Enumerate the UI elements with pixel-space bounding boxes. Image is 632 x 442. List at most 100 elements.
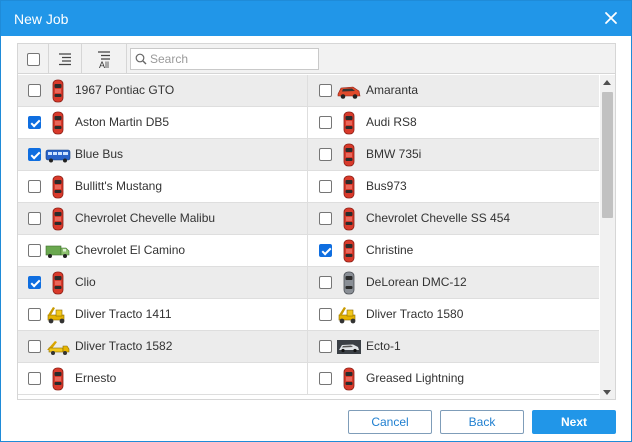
vehicle-checkbox[interactable] (319, 116, 332, 129)
vehicle-checkbox[interactable] (319, 340, 332, 353)
select-all-area (18, 44, 48, 74)
yellow-tractor-icon (336, 303, 362, 327)
vehicle-checkbox[interactable] (319, 372, 332, 385)
show-all-button[interactable]: All (82, 44, 126, 74)
vehicle-name: Greased Lightning (366, 371, 465, 385)
vehicle-item[interactable]: Blue Bus (18, 139, 308, 170)
red-car-icon (336, 111, 362, 135)
vehicle-item[interactable]: Amaranta (309, 75, 599, 106)
vehicle-checkbox[interactable] (28, 148, 41, 161)
red-car-icon (336, 207, 362, 231)
vehicle-checkbox[interactable] (319, 308, 332, 321)
vehicle-checkbox[interactable] (28, 212, 41, 225)
vertical-scrollbar[interactable] (600, 75, 615, 399)
next-button[interactable]: Next (532, 410, 616, 434)
vehicle-name: Christine (366, 243, 414, 257)
green-truck-icon (45, 239, 71, 263)
yellow-truck-icon (45, 335, 71, 359)
vehicle-name: Dliver Tracto 1411 (75, 307, 172, 321)
red-car-icon (336, 175, 362, 199)
vehicle-item[interactable]: Chevrolet Chevelle SS 454 (309, 203, 599, 234)
vehicle-name: Chevrolet Chevelle Malibu (75, 211, 216, 225)
vehicle-checkbox[interactable] (28, 244, 41, 257)
scroll-down-arrow[interactable] (603, 390, 611, 395)
table-row: Ernesto Greased Lightning (18, 363, 599, 395)
blue-bus-icon (45, 143, 71, 167)
vehicle-name: Ecto-1 (366, 339, 401, 353)
list-toolbar: All (18, 44, 615, 74)
table-row: Clio DeLorean DMC-12 (18, 267, 599, 299)
table-row: Blue Bus BMW 735i (18, 139, 599, 171)
search-input[interactable] (150, 51, 315, 67)
red-car-icon (45, 175, 71, 199)
vehicle-item[interactable]: Dliver Tracto 1580 (309, 299, 599, 330)
select-all-checkbox[interactable] (26, 52, 40, 66)
vehicle-item[interactable]: Dliver Tracto 1411 (18, 299, 308, 330)
scroll-thumb[interactable] (602, 92, 613, 218)
vehicle-name: Bullitt's Mustang (75, 179, 162, 193)
vehicle-item[interactable]: Greased Lightning (309, 363, 599, 394)
vehicle-checkbox[interactable] (28, 340, 41, 353)
vehicle-checkbox[interactable] (319, 84, 332, 97)
vehicle-checkbox[interactable] (28, 84, 41, 97)
table-row: 1967 Pontiac GTO Amaranta (18, 75, 599, 107)
vehicle-name: 1967 Pontiac GTO (75, 83, 175, 97)
red-sedan-side-icon (336, 79, 362, 103)
vehicle-item[interactable]: Ecto-1 (309, 331, 599, 362)
vehicle-checkbox[interactable] (28, 372, 41, 385)
dark-car-photo-icon (336, 335, 362, 359)
vehicle-name: Clio (75, 275, 96, 289)
new-job-dialog: New Job All Search 1967 Pontiac GTO Amar… (0, 0, 632, 442)
table-row: Chevrolet Chevelle Malibu Chevrolet Cheve… (18, 203, 599, 235)
back-button[interactable]: Back (440, 410, 524, 434)
vehicle-item[interactable]: Aston Martin DB5 (18, 107, 308, 138)
vehicle-checkbox[interactable] (319, 148, 332, 161)
vehicle-item[interactable]: DeLorean DMC-12 (309, 267, 599, 298)
vehicle-item[interactable]: Christine (309, 235, 599, 266)
cancel-button[interactable]: Cancel (348, 410, 432, 434)
red-car-icon (336, 143, 362, 167)
vehicle-checkbox[interactable] (28, 276, 41, 289)
vehicle-item[interactable]: Dliver Tracto 1582 (18, 331, 308, 362)
vehicle-item[interactable]: Bus973 (309, 171, 599, 202)
vehicle-checkbox[interactable] (28, 116, 41, 129)
scroll-up-arrow[interactable] (603, 80, 611, 85)
list-all-icon (98, 50, 110, 60)
red-car-icon (45, 271, 71, 295)
vehicle-name: Dliver Tracto 1582 (75, 339, 173, 353)
vehicle-item[interactable]: BMW 735i (309, 139, 599, 170)
table-row: Chevrolet El Camino Christine (18, 235, 599, 267)
table-row: Aston Martin DB5 Audi RS8 (18, 107, 599, 139)
close-icon[interactable] (603, 10, 619, 26)
red-car-icon (45, 79, 71, 103)
vehicle-checkbox[interactable] (319, 212, 332, 225)
vehicle-list-panel: All 1967 Pontiac GTO Amaranta Aston Martin… (17, 43, 616, 400)
vehicle-checkbox[interactable] (319, 244, 332, 257)
vehicle-item[interactable]: Bullitt's Mustang (18, 171, 308, 202)
red-car-icon (45, 367, 71, 391)
vehicle-checkbox[interactable] (319, 180, 332, 193)
vehicle-name: Blue Bus (75, 147, 124, 161)
red-car-icon (336, 367, 362, 391)
vehicle-name: Amaranta (366, 83, 419, 97)
yellow-tractor-icon (45, 303, 71, 327)
table-row: Dliver Tracto 1411 Dliver Tracto 1580 (18, 299, 599, 331)
vehicle-name: Ernesto (75, 371, 117, 385)
vehicle-grid: 1967 Pontiac GTO Amaranta Aston Martin DB5… (18, 75, 599, 399)
vehicle-item[interactable]: Chevrolet El Camino (18, 235, 308, 266)
list-view-button[interactable] (49, 44, 81, 74)
vehicle-item[interactable]: 1967 Pontiac GTO (18, 75, 308, 106)
vehicle-item[interactable]: Clio (18, 267, 308, 298)
vehicle-name: Bus973 (366, 179, 407, 193)
search-icon (135, 53, 147, 65)
red-car-icon (336, 239, 362, 263)
vehicle-item[interactable]: Audi RS8 (309, 107, 599, 138)
vehicle-item[interactable]: Ernesto (18, 363, 308, 394)
search-box (130, 48, 319, 70)
vehicle-checkbox[interactable] (28, 308, 41, 321)
vehicle-name: Chevrolet El Camino (75, 243, 186, 257)
vehicle-item[interactable]: Chevrolet Chevelle Malibu (18, 203, 308, 234)
vehicle-checkbox[interactable] (319, 276, 332, 289)
show-all-label: All (98, 59, 109, 70)
vehicle-checkbox[interactable] (28, 180, 41, 193)
